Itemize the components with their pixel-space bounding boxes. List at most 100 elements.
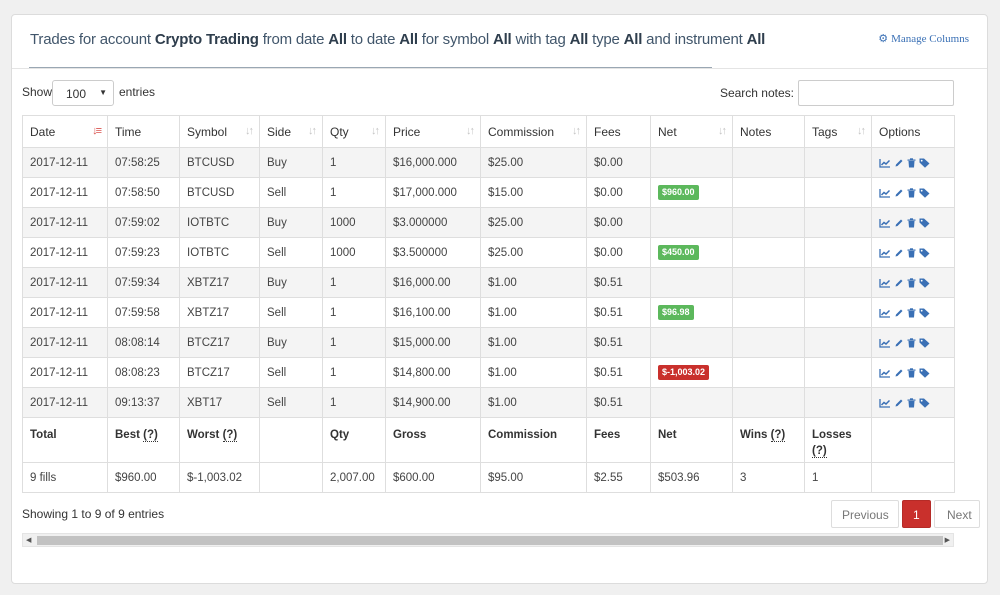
cell-date: 2017-12-11 <box>22 207 108 238</box>
pencil-icon[interactable] <box>894 247 904 259</box>
trades-table: Date ↓≡ Time Symbol ↓↑ Side ↓↑ Qty ↓↑ Price ↓… <box>22 115 955 493</box>
cell-symbol: XBTZ17 <box>179 297 260 328</box>
chart-icon[interactable] <box>879 307 891 319</box>
cell-side: Sell <box>259 297 323 328</box>
cell-net: $450.00 <box>650 237 733 268</box>
tag-icon[interactable] <box>919 247 930 259</box>
help-tooltip[interactable]: (?) <box>812 445 827 458</box>
table-row: 2017-12-11 07:59:23 IOTBTC Sell 1000 $3.50000… <box>22 237 955 268</box>
help-tooltip[interactable]: (?) <box>770 429 786 442</box>
cell-options <box>871 177 955 208</box>
cell-tags <box>804 177 872 208</box>
cell-notes <box>732 387 805 418</box>
chart-icon[interactable] <box>879 337 891 349</box>
col-commission[interactable]: Commission ↓↑ <box>480 115 587 148</box>
pencil-icon[interactable] <box>894 157 904 169</box>
cell-options <box>871 207 955 238</box>
cell-options <box>871 237 955 268</box>
scroll-left-icon[interactable]: ◀ <box>26 536 31 544</box>
cell-commission: $1.00 <box>480 297 587 328</box>
commission-label: Commission <box>480 417 587 463</box>
scroll-right-icon[interactable]: ▶ <box>945 536 950 544</box>
chart-icon[interactable] <box>879 367 891 379</box>
chart-icon[interactable] <box>879 277 891 289</box>
col-notes[interactable]: Notes <box>732 115 805 148</box>
col-fees[interactable]: Fees <box>586 115 651 148</box>
col-symbol[interactable]: Symbol ↓↑ <box>179 115 260 148</box>
col-side[interactable]: Side ↓↑ <box>259 115 323 148</box>
col-time[interactable]: Time <box>107 115 180 148</box>
cell-qty: 1 <box>322 387 386 418</box>
cell-net: $-1,003.02 <box>650 357 733 388</box>
trash-icon[interactable] <box>907 217 916 229</box>
col-net[interactable]: Net ↓↑ <box>650 115 733 148</box>
trash-icon[interactable] <box>907 277 916 289</box>
manage-columns-link[interactable]: ⚙ Manage Columns <box>878 32 969 45</box>
tag-icon[interactable] <box>919 187 930 199</box>
pencil-icon[interactable] <box>894 367 904 379</box>
gross-label: Gross <box>385 417 481 463</box>
cell-date: 2017-12-11 <box>22 357 108 388</box>
trash-icon[interactable] <box>907 157 916 169</box>
net-badge: $96.98 <box>658 305 694 320</box>
trash-icon[interactable] <box>907 247 916 259</box>
page-1-button[interactable]: 1 <box>902 500 931 528</box>
pencil-icon[interactable] <box>894 187 904 199</box>
cell-price: $16,000.000 <box>385 147 481 178</box>
chart-icon[interactable] <box>879 187 891 199</box>
pencil-icon[interactable] <box>894 277 904 289</box>
tag-icon[interactable] <box>919 217 930 229</box>
tag-icon[interactable] <box>919 397 930 409</box>
trash-icon[interactable] <box>907 187 916 199</box>
cell-tags <box>804 297 872 328</box>
cell-fees: $0.00 <box>586 147 651 178</box>
trash-icon[interactable] <box>907 337 916 349</box>
trash-icon[interactable] <box>907 397 916 409</box>
cell-net <box>650 207 733 238</box>
pencil-icon[interactable] <box>894 397 904 409</box>
header-row: Date ↓≡ Time Symbol ↓↑ Side ↓↑ Qty ↓↑ Price ↓… <box>22 115 955 148</box>
pencil-icon[interactable] <box>894 217 904 229</box>
cell-net <box>650 327 733 358</box>
horizontal-scrollbar[interactable]: ◀ ▶ <box>22 533 954 547</box>
cell-symbol: BTCUSD <box>179 147 260 178</box>
chart-icon[interactable] <box>879 397 891 409</box>
sort-icon: ↓↑ <box>718 125 727 137</box>
net-badge: $-1,003.02 <box>658 365 710 380</box>
chart-icon[interactable] <box>879 157 891 169</box>
cell-qty: 1000 <box>322 237 386 268</box>
cell-net: $96.98 <box>650 297 733 328</box>
col-date[interactable]: Date ↓≡ <box>22 115 108 148</box>
col-price[interactable]: Price ↓↑ <box>385 115 481 148</box>
total-wins: 3 <box>732 462 805 493</box>
chart-icon[interactable] <box>879 217 891 229</box>
cell-price: $3.000000 <box>385 207 481 238</box>
cell-time: 07:59:02 <box>107 207 180 238</box>
scrollbar-thumb[interactable] <box>37 536 943 545</box>
cell-qty: 1 <box>322 147 386 178</box>
next-button[interactable]: Next <box>934 500 980 528</box>
help-tooltip[interactable]: (?) <box>222 429 238 442</box>
tag-icon[interactable] <box>919 277 930 289</box>
tag-icon[interactable] <box>919 337 930 349</box>
trash-icon[interactable] <box>907 307 916 319</box>
cell-symbol: IOTBTC <box>179 207 260 238</box>
help-tooltip[interactable]: (?) <box>143 429 158 442</box>
totals-header-row: Total Best (?) Worst (?) Qty Gross Commission… <box>22 417 955 463</box>
cell-date: 2017-12-11 <box>22 147 108 178</box>
pencil-icon[interactable] <box>894 307 904 319</box>
pencil-icon[interactable] <box>894 337 904 349</box>
col-qty[interactable]: Qty ↓↑ <box>322 115 386 148</box>
total-fees: $2.55 <box>586 462 651 493</box>
col-tags[interactable]: Tags ↓↑ <box>804 115 872 148</box>
chart-icon[interactable] <box>879 247 891 259</box>
tag-icon[interactable] <box>919 367 930 379</box>
tag-icon[interactable] <box>919 307 930 319</box>
previous-button[interactable]: Previous <box>831 500 899 528</box>
page-size-select[interactable]: 100 ▼ <box>52 80 114 106</box>
tag-icon[interactable] <box>919 157 930 169</box>
search-notes-input[interactable] <box>798 80 954 106</box>
title-underline <box>29 67 712 68</box>
trash-icon[interactable] <box>907 367 916 379</box>
cell-fees: $0.51 <box>586 327 651 358</box>
